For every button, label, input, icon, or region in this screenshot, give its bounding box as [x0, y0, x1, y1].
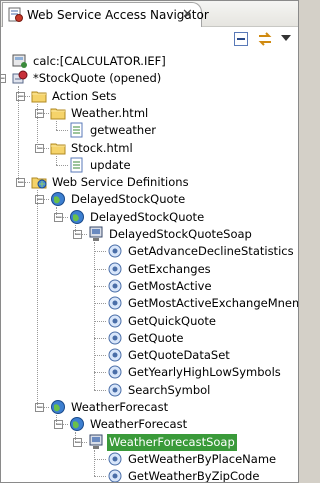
tree-item-label: getweather [90, 123, 157, 138]
calc-connection-icon [12, 54, 27, 68]
tree-item-label: WeatherForecast [90, 417, 188, 432]
navigator-view: Web Service Access Navigator ✕ calc:[CAL… [0, 0, 299, 483]
close-icon[interactable]: ✕ [182, 7, 193, 22]
navigator-tree: calc:[CALCULATOR.IEF] *StockQuote (opened… [1, 51, 298, 482]
tree-connector [94, 337, 106, 339]
web-service-icon [51, 400, 65, 414]
operation-icon [108, 244, 122, 258]
tree-item-label: Weather.html [71, 105, 149, 120]
tree-guide-line [37, 103, 38, 148]
operation-icon [108, 452, 122, 466]
tree-connector [94, 476, 106, 478]
action-icon [70, 122, 83, 138]
tree-connector [56, 164, 68, 166]
operation-icon [108, 348, 122, 362]
operation-icon [108, 383, 122, 397]
tree-item-label: Web Service Definitions [52, 175, 189, 190]
operation-icon [108, 296, 122, 310]
tree-item-label: GetQuickQuote [128, 313, 216, 328]
port-icon [89, 226, 103, 241]
tree-item-label: Action Sets [52, 88, 117, 103]
tree-guide-line [75, 432, 76, 442]
view-tab[interactable]: Web Service Access Navigator ✕ [2, 2, 209, 27]
tree-connector [94, 285, 106, 287]
collapse-toggle-icon[interactable]: − [1, 74, 6, 84]
tree-item-label: GetExchanges [128, 261, 211, 276]
folder-icon [50, 143, 66, 154]
tree-item-label: DelayedStockQuote [71, 192, 186, 207]
tree-item-label: GetMostActive [128, 278, 212, 293]
folder-icon [50, 108, 66, 120]
tree-guide-line [56, 207, 57, 217]
tree-item-label: GetYearlyHighLowSymbols [128, 365, 281, 380]
web-folder-icon [31, 177, 47, 189]
tree-item-label: Stock.html [71, 140, 133, 155]
project-icon [12, 70, 28, 84]
tree-item-label: SearchSymbol [128, 382, 211, 397]
folder-icon [31, 91, 47, 103]
tree-guide-line [37, 190, 38, 407]
operation-icon [108, 314, 122, 327]
view-titlebar: Web Service Access Navigator ✕ [1, 1, 298, 27]
operation-icon [108, 331, 122, 345]
tree-item-label: update [90, 157, 131, 172]
tree-item-label: DelayedStockQuoteSoap [109, 227, 252, 241]
port-icon [89, 434, 103, 449]
tree-guide-line [75, 224, 76, 234]
tree-connector [94, 458, 106, 460]
tree-guide-line [94, 449, 95, 477]
tree-guide-line [18, 86, 19, 183]
view-toolbar [1, 27, 298, 51]
operation-icon [108, 279, 122, 293]
link-with-editor-icon[interactable] [257, 32, 273, 46]
web-service-icon [51, 192, 65, 207]
navigator-icon [8, 7, 23, 22]
operation-icon [108, 262, 122, 276]
tree-connector [94, 303, 106, 305]
tree-item-label: DelayedStockQuote [90, 209, 205, 224]
tree-connector [94, 268, 106, 270]
tree-connector [94, 372, 106, 374]
tree-guide-line [56, 120, 57, 131]
tree-item-label: GetWeatherByZipCode [128, 469, 260, 482]
tree-item-label: GetWeatherByPlaceName [128, 451, 277, 466]
tree-guide-line [56, 415, 57, 425]
tree-guide-line [56, 155, 57, 165]
operation-icon [108, 365, 122, 379]
tree-connector [94, 355, 106, 357]
tree-item-label: *StockQuote (opened) [33, 71, 162, 86]
tree-guide-line [94, 242, 95, 390]
tree-connector [94, 251, 106, 253]
view-menu-icon[interactable] [281, 35, 291, 42]
action-icon [70, 157, 83, 173]
tree-item-label: GetMostActiveExchangeMnemon [128, 296, 298, 311]
tree-connector [94, 389, 106, 391]
tree-item-label: WeatherForecastSoap [107, 433, 237, 451]
tree-item-label: calc:[CALCULATOR.IEF] [33, 54, 166, 68]
web-service-icon [70, 209, 84, 224]
tree-item-label: WeatherForecast [71, 400, 169, 414]
operation-icon [108, 469, 122, 482]
tree-item-label: GetQuote [128, 330, 184, 345]
tree-connector [56, 130, 68, 132]
collapse-all-icon[interactable] [234, 32, 248, 46]
web-service-icon [70, 417, 84, 432]
tree-item-label: GetQuoteDataSet [128, 348, 230, 363]
tree-item-label: GetAdvanceDeclineStatistics [128, 244, 294, 259]
tree-connector [94, 320, 106, 322]
